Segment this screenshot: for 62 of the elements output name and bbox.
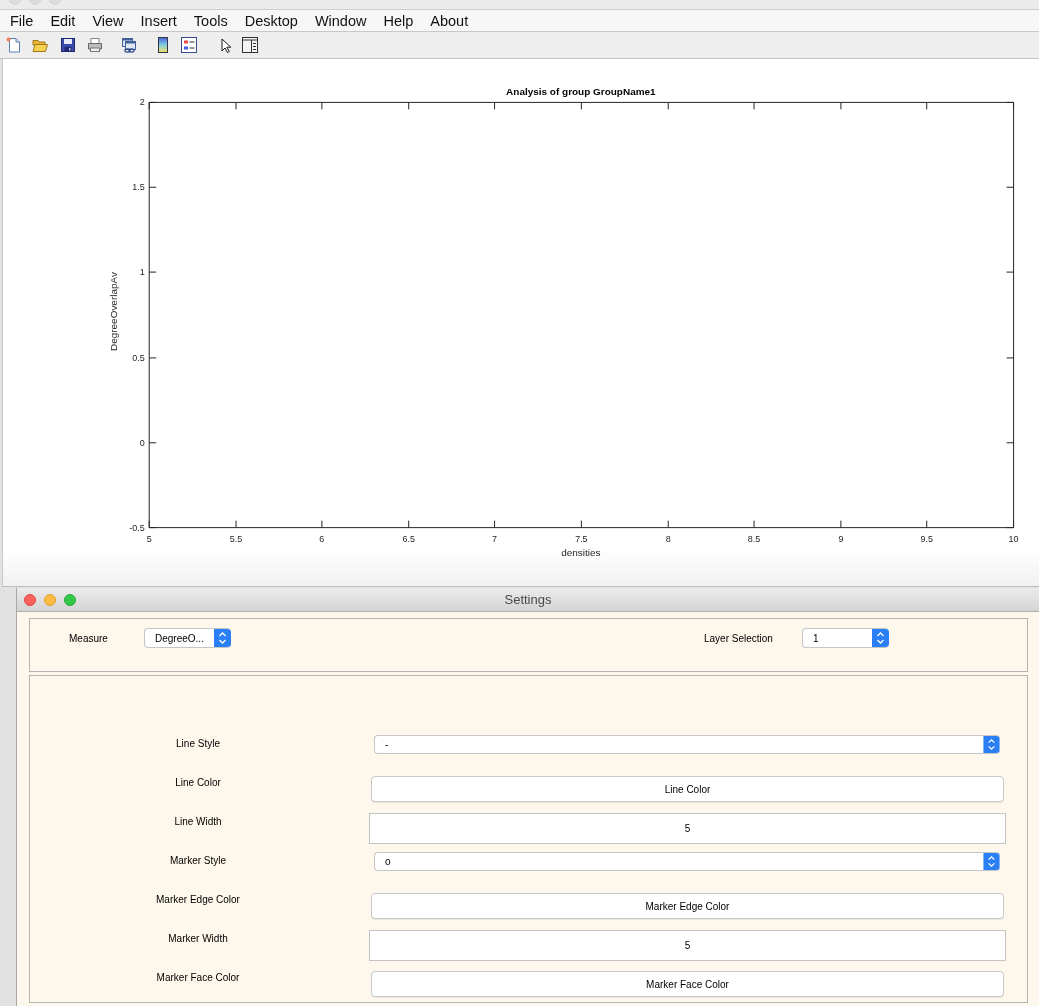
- x-tick-label: 7.5: [575, 534, 588, 545]
- y-tick-label: 0.5: [132, 352, 145, 363]
- dropdown[interactable]: o: [374, 852, 1000, 871]
- field-label: Line Width: [173, 815, 223, 828]
- x-tick-label: 6: [319, 534, 325, 545]
- window-title: Settings: [503, 592, 553, 607]
- field-label: Measure: [69, 632, 109, 644]
- menu-item[interactable]: View: [83, 11, 133, 30]
- up-down-arrows-icon: [214, 629, 231, 647]
- x-tick-label: 10: [1008, 534, 1019, 545]
- color-button[interactable]: Marker Face Color: [371, 971, 1004, 997]
- x-tick-label: 6.5: [402, 534, 415, 545]
- x-tick-label: 5: [146, 534, 152, 545]
- y-tick-label: 0: [139, 437, 145, 448]
- x-tick-label: 7: [492, 534, 498, 545]
- up-down-arrows-icon: [983, 853, 1000, 870]
- menu-item[interactable]: Help: [374, 11, 422, 30]
- folder-icon[interactable]: [32, 37, 48, 53]
- new-document-icon[interactable]: [6, 37, 22, 53]
- menu-item[interactable]: Insert: [132, 11, 186, 30]
- dropdown[interactable]: -: [374, 735, 1000, 754]
- menu-item[interactable]: File: [1, 11, 42, 30]
- chart-title: Analysis of group GroupName1: [506, 86, 656, 98]
- color-button[interactable]: Line Color: [371, 776, 1004, 802]
- field-label: Marker Width: [167, 932, 229, 945]
- input-field[interactable]: 5: [369, 930, 1006, 961]
- x-tick-label: 5.5: [229, 534, 243, 545]
- dropdown[interactable]: 1: [802, 628, 889, 648]
- dropdown[interactable]: DegreeO...: [144, 628, 231, 648]
- x-tick-label: 8.5: [747, 534, 761, 545]
- linked-windows-icon[interactable]: [121, 37, 137, 53]
- y-tick-label: 1.5: [132, 182, 145, 193]
- y-axis-label: DegreeOverlapAv: [107, 272, 119, 352]
- up-down-arrows-icon: [872, 629, 889, 647]
- field-label: Marker Edge Color: [155, 893, 241, 906]
- menu-item[interactable]: Window: [306, 11, 375, 30]
- menu-item[interactable]: Desktop: [236, 11, 307, 30]
- field-label: Marker Face Color: [155, 971, 241, 984]
- close-button[interactable]: [24, 593, 36, 606]
- y-tick-label: 1: [139, 267, 145, 278]
- x-tick-label: 8: [665, 534, 671, 545]
- x-tick-label: 9: [838, 534, 844, 545]
- y-tick-label: -0.5: [129, 522, 145, 533]
- printer-icon[interactable]: [87, 37, 103, 53]
- up-down-arrows-icon: [983, 736, 1000, 753]
- field-label: Marker Style: [168, 854, 228, 867]
- zoom-button[interactable]: [64, 593, 76, 606]
- legend-icon[interactable]: [181, 37, 197, 53]
- y-tick-label: 2: [139, 97, 145, 108]
- menu-item[interactable]: Edit: [41, 11, 84, 30]
- color-button[interactable]: Marker Edge Color: [371, 893, 1004, 919]
- colorbar-icon[interactable]: [158, 37, 168, 53]
- panel-icon[interactable]: [242, 37, 258, 53]
- field-label: Line Style: [175, 737, 221, 750]
- field-label: Layer Selection: [704, 632, 774, 644]
- cursor-icon[interactable]: [221, 37, 231, 53]
- x-axis-label: densities: [561, 547, 601, 559]
- x-tick-label: 9.5: [920, 534, 933, 545]
- menu-item[interactable]: About: [421, 11, 477, 30]
- input-field[interactable]: 5: [369, 813, 1006, 844]
- menu-item[interactable]: Tools: [185, 11, 237, 30]
- field-label: Line Color: [174, 776, 222, 789]
